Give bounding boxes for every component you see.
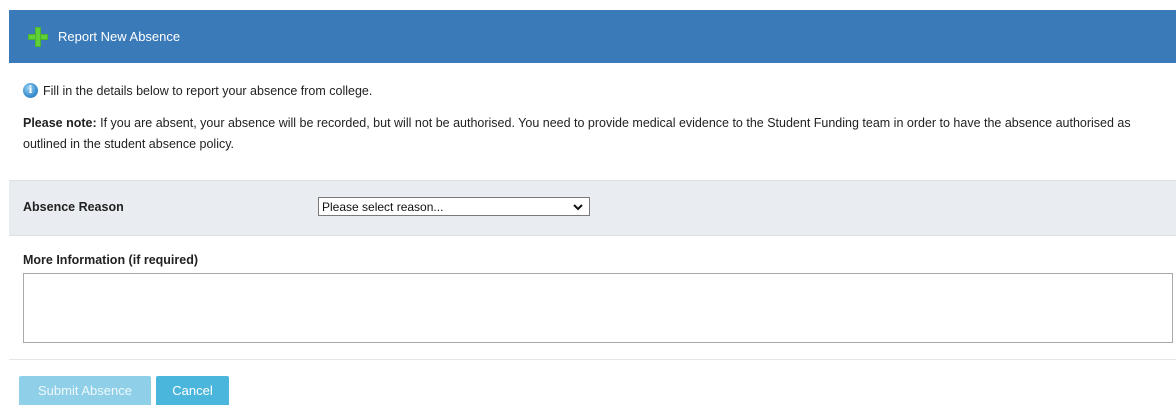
- info-icon: i: [23, 83, 38, 98]
- report-absence-page: Report New Absence i Fill in the details…: [0, 0, 1176, 405]
- more-information-label: More Information (if required): [23, 253, 198, 267]
- absence-reason-selected-value: Please select reason...: [322, 199, 444, 214]
- more-information-textarea[interactable]: [23, 273, 1173, 343]
- cancel-button[interactable]: Cancel: [156, 376, 229, 405]
- absence-reason-select[interactable]: Please select reason...: [318, 197, 590, 216]
- panel-title: Report New Absence: [58, 29, 181, 44]
- chevron-down-icon: [573, 203, 583, 210]
- absence-reason-label: Absence Reason: [23, 200, 124, 214]
- info-text: Fill in the details below to report your…: [43, 83, 373, 98]
- note-label: Please note:: [23, 116, 97, 130]
- panel-header: Report New Absence: [9, 10, 1176, 63]
- please-note: Please note: If you are absent, your abs…: [23, 113, 1173, 155]
- info-message: i Fill in the details below to report yo…: [23, 83, 372, 98]
- note-text: If you are absent, your absence will be …: [23, 116, 1131, 151]
- absence-reason-row: Absence Reason Please select reason...: [9, 180, 1176, 236]
- submit-absence-button[interactable]: Submit Absence: [19, 376, 151, 405]
- plus-icon: [28, 26, 48, 47]
- form-divider: [9, 359, 1176, 360]
- panel-body: i Fill in the details below to report yo…: [9, 63, 1176, 405]
